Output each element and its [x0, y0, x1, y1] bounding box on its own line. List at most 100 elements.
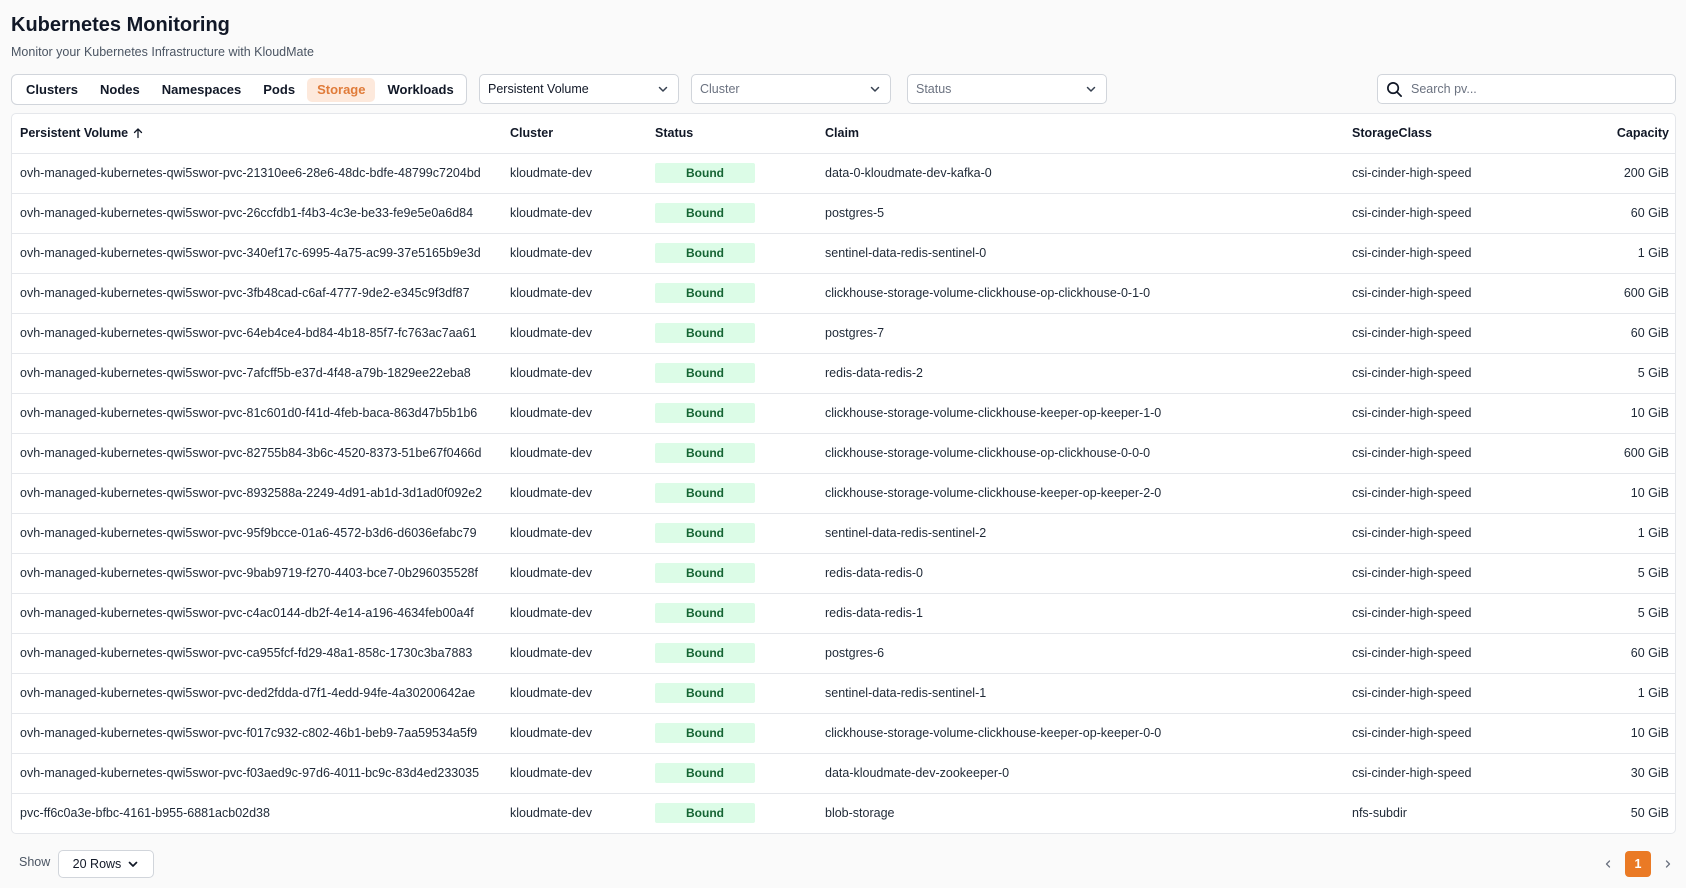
table-row[interactable]: ovh-managed-kubernetes-qwi5swor-pvc-95f9… — [12, 513, 1675, 554]
claim-cell: clickhouse-storage-volume-clickhouse-kee… — [817, 473, 1344, 514]
table-body: ovh-managed-kubernetes-qwi5swor-pvc-2131… — [12, 153, 1675, 833]
storage-class-cell: csi-cinder-high-speed — [1344, 593, 1544, 634]
table-row[interactable]: ovh-managed-kubernetes-qwi5swor-pvc-2131… — [12, 153, 1675, 194]
search-input[interactable] — [1411, 82, 1661, 96]
storage-class-cell: csi-cinder-high-speed — [1344, 633, 1544, 674]
tab-nodes[interactable]: Nodes — [90, 78, 150, 102]
capacity-cell: 5 GiB — [1544, 593, 1675, 634]
search-icon — [1387, 81, 1402, 97]
storage-class-cell: csi-cinder-high-speed — [1344, 433, 1544, 474]
capacity-cell: 10 GiB — [1544, 713, 1675, 754]
pagination: 1 — [1601, 851, 1675, 877]
status-badge: Bound — [655, 163, 755, 183]
status-badge: Bound — [655, 363, 755, 383]
status-badge: Bound — [655, 683, 755, 703]
tab-namespaces[interactable]: Namespaces — [152, 78, 252, 102]
page-number-button[interactable]: 1 — [1625, 851, 1651, 877]
column-header-capacity[interactable]: Capacity — [1544, 114, 1675, 154]
status-badge: Bound — [655, 203, 755, 223]
table-row[interactable]: ovh-managed-kubernetes-qwi5swor-pvc-8932… — [12, 473, 1675, 514]
claim-cell: sentinel-data-redis-sentinel-1 — [817, 673, 1344, 714]
capacity-cell: 30 GiB — [1544, 753, 1675, 794]
status-cell: Bound — [647, 153, 817, 194]
next-page-button[interactable] — [1661, 857, 1675, 871]
cluster-cell: kloudmate-dev — [502, 593, 647, 634]
tab-storage[interactable]: Storage — [307, 77, 376, 102]
claim-cell: blob-storage — [825, 806, 895, 821]
column-header-claim[interactable]: Claim — [817, 114, 1344, 154]
claim-cell: clickhouse-storage-volume-clickhouse-op-… — [817, 433, 1344, 474]
status-cell: Bound — [647, 393, 817, 434]
cluster-cell: kloudmate-dev — [510, 806, 592, 821]
rows-per-page-select[interactable]: 20 Rows — [58, 850, 154, 878]
storage-class-cell: csi-cinder-high-speed — [1344, 513, 1544, 554]
page: Kubernetes Monitoring Monitor your Kuber… — [0, 0, 1686, 888]
status-select[interactable]: Status — [907, 74, 1107, 104]
tab-pods[interactable]: Pods — [253, 78, 305, 102]
claim-cell: redis-data-redis-2 — [817, 353, 1344, 394]
column-header-cluster[interactable]: Cluster — [502, 114, 647, 154]
storage-class-cell: csi-cinder-high-speed — [1344, 753, 1544, 794]
table-row[interactable]: ovh-managed-kubernetes-qwi5swor-pvc-3fb4… — [12, 273, 1675, 314]
claim-cell: redis-data-redis-0 — [817, 553, 1344, 594]
pv-name-cell: ovh-managed-kubernetes-qwi5swor-pvc-2131… — [12, 153, 502, 194]
cluster-cell: kloudmate-dev — [502, 313, 647, 354]
storage-class-cell: csi-cinder-high-speed — [1344, 713, 1544, 754]
storage-class-cell: csi-cinder-high-speed — [1344, 553, 1544, 594]
cluster-cell: kloudmate-dev — [502, 713, 647, 754]
tab-clusters[interactable]: Clusters — [16, 78, 88, 102]
table-row[interactable]: ovh-managed-kubernetes-qwi5swor-pvc-26cc… — [12, 193, 1675, 234]
resource-type-select[interactable]: Persistent Volume — [479, 74, 679, 104]
table-row[interactable]: ovh-managed-kubernetes-qwi5swor-pvc-81c6… — [12, 393, 1675, 434]
storage-class-cell: csi-cinder-high-speed — [1344, 273, 1544, 314]
arrow-up-icon — [133, 128, 143, 139]
pv-name-cell: ovh-managed-kubernetes-qwi5swor-pvc-9bab… — [12, 553, 502, 594]
status-cell: Bound — [647, 633, 817, 674]
table-row[interactable]: ovh-managed-kubernetes-qwi5swor-pvc-9bab… — [12, 553, 1675, 594]
table-row[interactable]: ovh-managed-kubernetes-qwi5swor-pvc-ded2… — [12, 673, 1675, 714]
pv-name-cell: ovh-managed-kubernetes-qwi5swor-pvc-8932… — [12, 473, 502, 514]
claim-cell: data-0-kloudmate-dev-kafka-0 — [817, 153, 1344, 194]
claim-cell: redis-data-redis-1 — [817, 593, 1344, 634]
table-row[interactable]: ovh-managed-kubernetes-qwi5swor-pvc-340e… — [12, 233, 1675, 274]
resource-type-value: Persistent Volume — [488, 82, 589, 96]
column-header-storage-class[interactable]: StorageClass — [1344, 114, 1544, 154]
claim-cell: clickhouse-storage-volume-clickhouse-kee… — [817, 393, 1344, 434]
table-row[interactable]: ovh-managed-kubernetes-qwi5swor-pvc-f03a… — [12, 753, 1675, 794]
cluster-cell: kloudmate-dev — [502, 673, 647, 714]
claim-cell: sentinel-data-redis-sentinel-2 — [817, 513, 1344, 554]
cluster-select[interactable]: Cluster — [691, 74, 891, 104]
table-row[interactable]: ovh-managed-kubernetes-qwi5swor-pvc-8275… — [12, 433, 1675, 474]
table-row[interactable]: ovh-managed-kubernetes-qwi5swor-pvc-f017… — [12, 713, 1675, 754]
status-cell: Bound — [647, 753, 817, 794]
table-row[interactable]: ovh-managed-kubernetes-qwi5swor-pvc-ca95… — [12, 633, 1675, 674]
chevron-right-icon — [1665, 860, 1671, 868]
status-badge: Bound — [655, 523, 755, 543]
status-badge: Bound — [655, 243, 755, 263]
capacity-cell: 50 GiB — [1630, 806, 1669, 821]
status-badge: Bound — [655, 643, 755, 663]
storage-class-cell: nfs-subdir — [1352, 806, 1407, 821]
status-cell: Bound — [647, 553, 817, 594]
claim-cell: postgres-6 — [817, 633, 1344, 674]
status-cell: Bound — [647, 713, 817, 754]
page-title: Kubernetes Monitoring — [11, 14, 230, 36]
status-badge: Bound — [655, 603, 755, 623]
chevron-down-icon — [1086, 86, 1096, 92]
column-header-persistent-volume[interactable]: Persistent Volume — [12, 114, 502, 154]
table-row[interactable]: pvc-ff6c0a3e-bfbc-4161-b955-6881acb02d38… — [12, 793, 1675, 833]
cluster-cell: kloudmate-dev — [502, 473, 647, 514]
column-header-status[interactable]: Status — [647, 114, 817, 154]
status-badge: Bound — [655, 483, 755, 503]
chevron-down-icon — [870, 86, 880, 92]
table-row[interactable]: ovh-managed-kubernetes-qwi5swor-pvc-c4ac… — [12, 593, 1675, 634]
table-row[interactable]: ovh-managed-kubernetes-qwi5swor-pvc-7afc… — [12, 353, 1675, 394]
prev-page-button[interactable] — [1601, 857, 1615, 871]
table-row[interactable]: ovh-managed-kubernetes-qwi5swor-pvc-64eb… — [12, 313, 1675, 354]
capacity-cell: 60 GiB — [1544, 193, 1675, 234]
status-badge: Bound — [655, 563, 755, 583]
chevron-left-icon — [1605, 860, 1611, 868]
storage-class-cell: csi-cinder-high-speed — [1344, 233, 1544, 274]
tab-workloads[interactable]: Workloads — [377, 78, 463, 102]
claim-cell: clickhouse-storage-volume-clickhouse-op-… — [817, 273, 1344, 314]
